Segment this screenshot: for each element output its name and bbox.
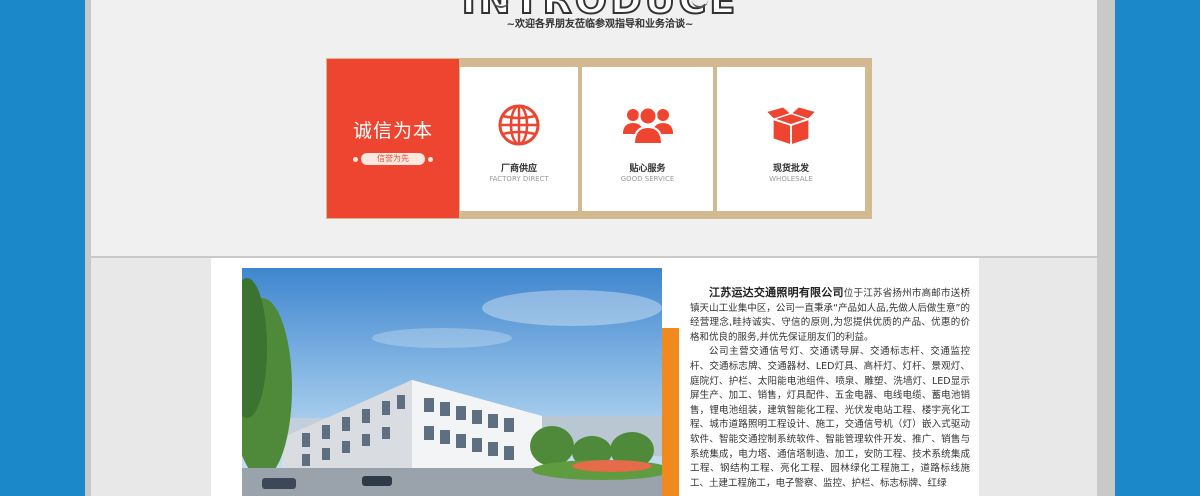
people-icon <box>621 102 675 148</box>
globe-icon <box>492 102 546 148</box>
accent-bar <box>662 328 679 496</box>
integrity-title: 诚信为本 <box>352 120 433 142</box>
company-name: 江苏运达交通照明有限公司 <box>709 286 844 299</box>
feature-title: 现货批发 <box>772 164 809 174</box>
section-subtitle: ~欢迎各界朋友莅临参观指导和业务洽谈~ <box>506 19 694 30</box>
feature-card-factory[interactable]: 厂商供应 FACTORY DIRECT <box>460 67 578 211</box>
box-icon <box>764 102 818 148</box>
feature-subtitle: FACTORY DIRECT <box>489 175 549 183</box>
pill-dot-left <box>353 157 358 162</box>
company-business: 公司主营交通信号灯、交通诱导屏、交通标志杆、交通监控杆、交通标志牌、交通器材、L… <box>690 346 970 489</box>
feature-card-wholesale[interactable]: 现货批发 WHOLESALE <box>717 67 865 211</box>
integrity-pill: 信誉为先 <box>361 153 425 165</box>
feature-title: 厂商供应 <box>500 164 537 174</box>
feature-card-service[interactable]: 贴心服务 GOOD SERVICE <box>582 67 713 211</box>
feature-subtitle: WHOLESALE <box>769 175 813 183</box>
pill-dot-right <box>428 157 433 162</box>
company-description: 江苏运达交通照明有限公司位于江苏省扬州市高邮市送桥镇天山工业集中区，公司一直秉承… <box>690 286 970 491</box>
integrity-card: 诚信为本 信誉为先 <box>327 59 459 218</box>
feature-title: 贴心服务 <box>629 164 666 174</box>
company-intro: 江苏运达交通照明有限公司位于江苏省扬州市高邮市送桥镇天山工业集中区，公司一直秉承… <box>690 286 970 345</box>
factory-photo <box>242 268 662 496</box>
feature-subtitle: GOOD SERVICE <box>620 175 675 183</box>
